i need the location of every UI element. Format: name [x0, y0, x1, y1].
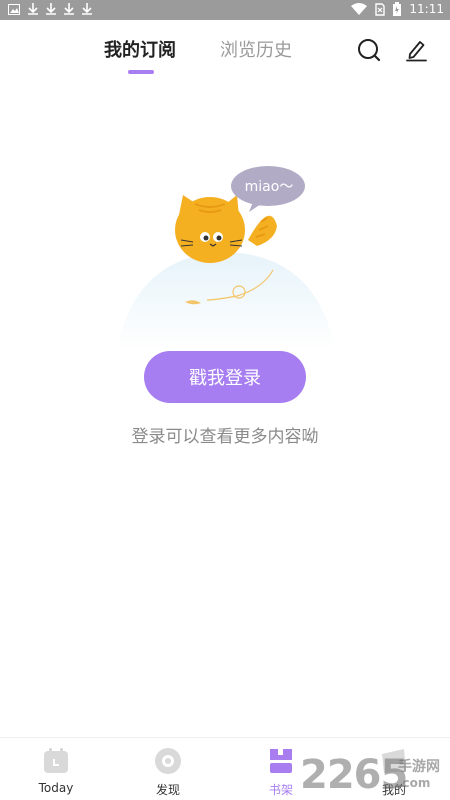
nav-label-discover: 发现	[155, 783, 180, 797]
login-hint-text: 登录可以查看更多内容呦	[131, 427, 319, 447]
nav-item-today[interactable]: Today	[16, 746, 96, 795]
download-icon	[28, 3, 38, 15]
active-tab-indicator	[128, 70, 154, 74]
image-notification-icon	[8, 3, 20, 15]
tab-subscriptions[interactable]: 我的订阅	[104, 36, 176, 62]
search-icon[interactable]	[356, 37, 382, 63]
download-icon	[82, 3, 92, 15]
download-icon	[64, 3, 74, 15]
speech-bubble-text: miao～	[244, 179, 294, 195]
nav-item-discover[interactable]: 发现	[128, 746, 208, 798]
nav-label-today: Today	[38, 781, 74, 795]
header: 我的订阅 浏览历史	[0, 20, 450, 80]
status-notifications	[8, 3, 92, 15]
watermark-suffix: 手游网	[398, 759, 440, 775]
status-bar: 11:11	[0, 0, 450, 20]
discover-icon	[153, 746, 183, 776]
cat-illustration: miao～	[115, 160, 337, 350]
download-icon	[46, 3, 56, 15]
watermark-number: 2265	[300, 752, 408, 798]
battery-icon	[393, 2, 402, 16]
bookshelf-icon	[266, 746, 296, 776]
no-sim-icon	[375, 2, 386, 16]
status-time: 11:11	[409, 2, 444, 16]
watermark-domain: .com	[398, 776, 431, 790]
edit-icon[interactable]	[404, 37, 430, 63]
wifi-icon	[351, 3, 368, 15]
tab-history[interactable]: 浏览历史	[220, 36, 292, 62]
login-button[interactable]: 戳我登录	[144, 351, 306, 403]
site-watermark: 2265 手游网 .com	[300, 752, 450, 800]
calendar-icon	[41, 746, 71, 776]
